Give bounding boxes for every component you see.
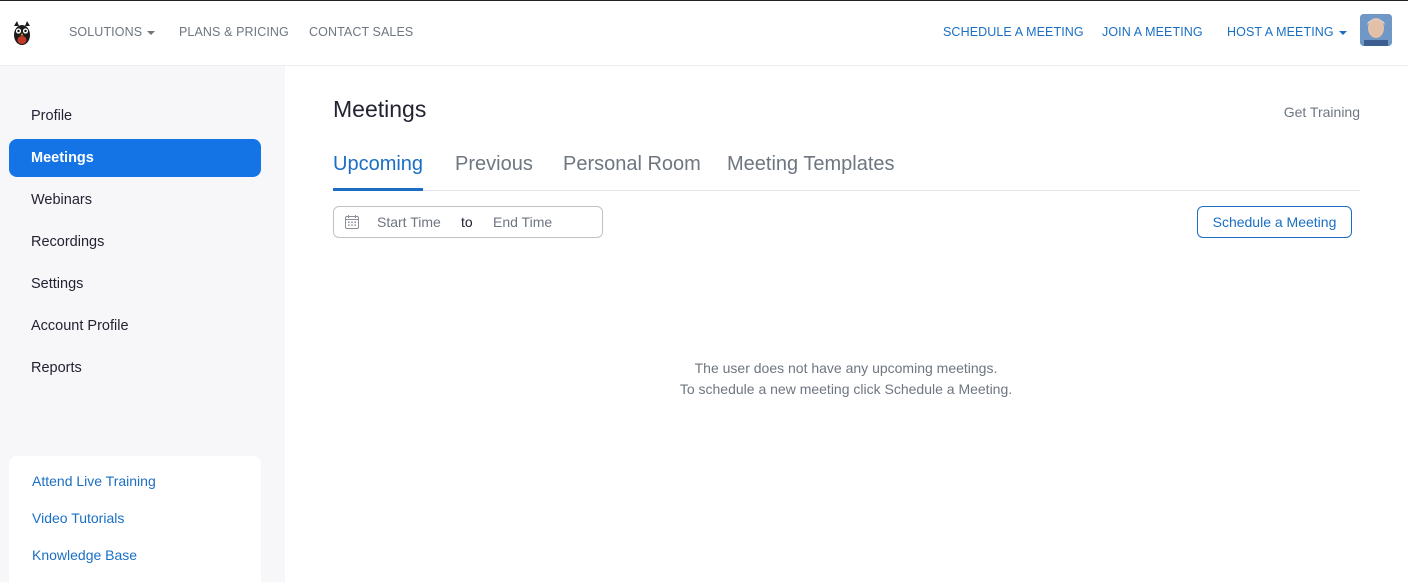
nav-contact-sales[interactable]: CONTACT SALES: [309, 25, 413, 39]
calendar-icon: [345, 215, 359, 229]
training-links-card: Attend Live Training Video Tutorials Kno…: [9, 456, 261, 582]
nav-schedule-a-meeting[interactable]: SCHEDULE A MEETING: [943, 25, 1084, 39]
tab-previous[interactable]: Previous: [455, 153, 533, 176]
sidebar-item-webinars[interactable]: Webinars: [9, 181, 261, 219]
user-avatar[interactable]: [1360, 14, 1392, 46]
sidebar-item-recordings[interactable]: Recordings: [9, 223, 261, 261]
nav-plans-pricing[interactable]: PLANS & PRICING: [179, 25, 289, 39]
empty-state-message: The user does not have any upcoming meet…: [546, 358, 1146, 400]
date-range-picker[interactable]: Start Time to End Time: [333, 206, 603, 238]
tab-personal-room[interactable]: Personal Room: [563, 153, 701, 176]
video-tutorials-link[interactable]: Video Tutorials: [32, 510, 124, 526]
empty-state-line-2: To schedule a new meeting click Schedule…: [679, 381, 1013, 397]
schedule-a-meeting-button[interactable]: Schedule a Meeting: [1197, 206, 1352, 238]
get-training-link[interactable]: Get Training: [1284, 104, 1360, 120]
tab-upcoming[interactable]: Upcoming: [333, 153, 423, 176]
sidebar-item-account-profile[interactable]: Account Profile: [9, 307, 261, 345]
date-range-separator: to: [461, 214, 473, 230]
nav-host-a-meeting-label: HOST A MEETING: [1227, 25, 1334, 39]
sidebar-item-settings[interactable]: Settings: [9, 265, 261, 303]
start-time-input[interactable]: Start Time: [377, 214, 441, 230]
tab-meeting-templates[interactable]: Meeting Templates: [727, 153, 895, 176]
active-tab-indicator: [333, 188, 423, 191]
owl-logo-icon[interactable]: [11, 20, 33, 46]
sidebar: Profile Meetings Webinars Recordings Set…: [0, 66, 285, 582]
top-navigation-bar: SOLUTIONS PLANS & PRICING CONTACT SALES …: [0, 1, 1408, 66]
chevron-down-icon: [147, 30, 156, 35]
sidebar-item-profile[interactable]: Profile: [9, 97, 261, 135]
knowledge-base-link[interactable]: Knowledge Base: [32, 547, 137, 563]
chevron-down-icon: [1338, 30, 1347, 35]
nav-host-a-meeting[interactable]: HOST A MEETING: [1227, 25, 1347, 39]
avatar-image: [1360, 14, 1392, 46]
meeting-tabs: Upcoming Previous Personal Room Meeting …: [333, 151, 1360, 191]
end-time-input[interactable]: End Time: [493, 214, 552, 230]
nav-solutions-label: SOLUTIONS: [69, 25, 143, 39]
nav-solutions[interactable]: SOLUTIONS: [69, 25, 156, 39]
sidebar-item-reports[interactable]: Reports: [9, 349, 261, 387]
sidebar-item-meetings[interactable]: Meetings: [9, 139, 261, 177]
nav-join-a-meeting[interactable]: JOIN A MEETING: [1102, 25, 1203, 39]
empty-state-line-1: The user does not have any upcoming meet…: [694, 360, 998, 376]
page-title: Meetings: [333, 96, 427, 122]
attend-live-training-link[interactable]: Attend Live Training: [32, 473, 156, 489]
